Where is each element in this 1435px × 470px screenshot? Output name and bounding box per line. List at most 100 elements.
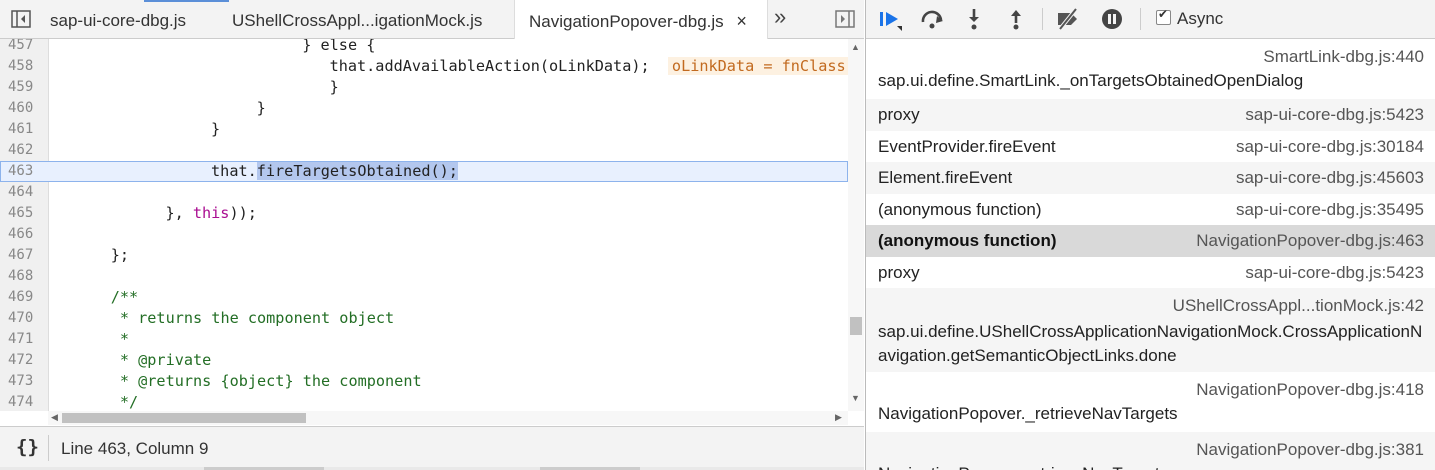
scroll-up-icon[interactable]: ▲ [851,42,860,52]
call-frame[interactable]: proxy sap-ui-core-dbg.js:5423 [866,257,1435,289]
call-stack-list: sap.ui.define.SmartLink._onTargetsObtain… [866,39,1435,470]
step-over-icon[interactable] [920,7,944,31]
scroll-down-icon[interactable]: ▼ [851,393,860,403]
call-frame[interactable]: NavigationPopover.retrieveNavTargets Navi… [866,432,1435,470]
line-number[interactable]: 471 [8,329,33,350]
more-tabs-icon[interactable]: » [774,4,786,30]
line-number[interactable]: 461 [8,119,33,140]
line-number[interactable]: 460 [8,98,33,119]
tab-navigation-popover[interactable]: NavigationPopover-dbg.js × [514,0,768,39]
call-frame-location[interactable]: NavigationPopover-dbg.js:381 [1196,440,1424,460]
call-frame-location[interactable]: NavigationPopover-dbg.js:418 [1196,380,1424,400]
status-bar: {} Line 463, Column 9 [0,426,864,470]
code-token: } [329,78,339,96]
code-line-current[interactable]: 463 that.fireTargetsObtained(); [0,161,848,182]
toggle-navigator-icon[interactable] [10,8,32,30]
code-line[interactable]: 467}; [0,245,848,266]
call-frame[interactable]: sap.ui.define.UShellCrossApplicationNavi… [866,288,1435,372]
call-frame-location[interactable]: sap-ui-core-dbg.js:30184 [1236,137,1424,157]
code-line[interactable]: 469 /** [0,287,848,308]
call-frame-location[interactable]: sap-ui-core-dbg.js:35495 [1236,200,1424,220]
code-line[interactable]: 471 * [0,329,848,350]
line-number[interactable]: 464 [8,182,33,203]
call-frame-location[interactable]: NavigationPopover-dbg.js:463 [1196,231,1424,251]
line-number[interactable]: 474 [8,392,33,411]
call-frame[interactable]: proxy sap-ui-core-dbg.js:5423 [866,99,1435,131]
code-line[interactable]: 462 [0,140,848,161]
code-line[interactable]: 470 * returns the component object [0,308,848,329]
tab-label: sap-ui-core-dbg.js [50,11,187,30]
line-number[interactable]: 467 [8,245,33,266]
pretty-print-button[interactable]: {} [16,436,39,458]
pause-on-exceptions-icon[interactable] [1100,7,1124,31]
call-frame[interactable]: NavigationPopover._retrieveNavTargets Nav… [866,372,1435,432]
call-frame[interactable]: sap.ui.define.SmartLink._onTargetsObtain… [866,39,1435,99]
resume-icon[interactable] [878,7,902,31]
call-frame-function: (anonymous function) [878,231,1057,250]
line-number[interactable]: 457 [8,39,33,56]
line-number[interactable]: 470 [8,308,33,329]
code-line[interactable]: 464 [0,182,848,203]
close-tab-icon[interactable]: × [736,11,747,31]
line-number[interactable]: 462 [8,140,33,161]
line-number[interactable]: 463 [8,161,33,182]
debugger-toolbar: Async [866,0,1435,39]
call-frame-location[interactable]: sap-ui-core-dbg.js:5423 [1245,105,1424,125]
call-frame-location[interactable]: SmartLink-dbg.js:440 [1263,47,1424,67]
code-line[interactable]: 458 that.addAvailableAction(oLinkData); o… [0,56,848,77]
vertical-scrollbar[interactable]: ▲ ▼ [848,39,864,411]
code-line[interactable]: 465}, this)); [0,203,848,224]
call-frame-selected[interactable]: (anonymous function) NavigationPopover-db… [866,225,1435,257]
code-line[interactable]: 474 */ [0,392,848,411]
call-frame[interactable]: Element.fireEvent sap-ui-core-dbg.js:4560… [866,162,1435,194]
code-editor[interactable]: 457 } else {458 that.addAvailableAction(oL… [0,39,848,411]
call-frame-function: proxy [878,105,920,124]
tab-ushell-mock[interactable]: UShellCrossAppl...igationMock.js [218,0,496,38]
horizontal-scroll-thumb[interactable] [62,413,306,423]
code-text: * @private [56,350,211,371]
step-out-icon[interactable] [1004,7,1028,31]
async-checkbox[interactable]: Async [1156,7,1223,29]
toggle-debugger-icon[interactable] [834,8,856,30]
code-line[interactable]: 468 [0,266,848,287]
checkbox-checked-icon[interactable] [1156,7,1171,25]
code-line[interactable]: 472 * @private [0,350,848,371]
code-text: } else { [56,39,375,56]
call-frame-location[interactable]: sap-ui-core-dbg.js:45603 [1236,168,1424,188]
line-number[interactable]: 472 [8,350,33,371]
code-text: * @returns {object} the component [56,371,422,392]
code-line[interactable]: 466 [0,224,848,245]
code-line[interactable]: 457 } else { [0,39,848,56]
call-frame-location[interactable]: sap-ui-core-dbg.js:5423 [1245,263,1424,283]
code-line[interactable]: 460} [0,98,848,119]
line-number[interactable]: 465 [8,203,33,224]
call-frame-function: (anonymous function) [878,199,1042,219]
code-text: * [56,329,129,350]
comment-token: * @returns {object} the component [110,372,422,390]
keyword-token: this [192,204,230,222]
step-into-icon[interactable] [962,7,986,31]
line-number[interactable]: 458 [8,56,33,77]
line-number[interactable]: 469 [8,287,33,308]
vertical-scroll-thumb[interactable] [850,317,862,335]
code-text: that.fireTargetsObtained(); [56,161,458,182]
comment-token: */ [110,393,139,411]
call-frame-function: NavigationPopover._retrieveNavTargets [878,404,1178,423]
deactivate-breakpoints-icon[interactable] [1056,7,1080,31]
line-number[interactable]: 466 [8,224,33,245]
call-frame-location[interactable]: UShellCrossAppl...tionMock.js:42 [1173,296,1424,316]
code-line[interactable]: 459} [0,77,848,98]
scroll-left-icon[interactable]: ◀ [51,412,58,423]
call-frame[interactable]: (anonymous function) sap-ui-core-dbg.js:3… [866,194,1435,226]
call-frame[interactable]: EventProvider.fireEvent sap-ui-core-dbg.j… [866,131,1435,163]
tab-sap-ui-core[interactable]: sap-ui-core-dbg.js [36,0,200,38]
code-line[interactable]: 473 * @returns {object} the component [0,371,848,392]
scroll-right-icon[interactable]: ▶ [835,412,842,423]
line-number[interactable]: 473 [8,371,33,392]
line-number[interactable]: 468 [8,266,33,287]
comment-token: * returns the component object [110,309,395,327]
line-number[interactable]: 459 [8,77,33,98]
code-line[interactable]: 461} [0,119,848,140]
horizontal-scrollbar[interactable]: ◀ ▶ [48,411,848,425]
tab-label: NavigationPopover-dbg.js [529,12,724,31]
